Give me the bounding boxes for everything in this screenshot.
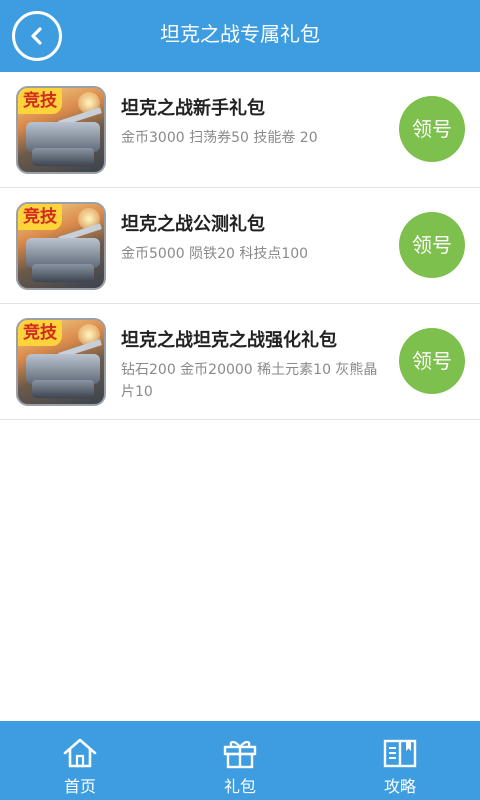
gift-name: 坦克之战公测礼包 — [121, 214, 265, 235]
thumbnail-badge: 竞技 — [18, 204, 62, 230]
home-icon — [63, 738, 97, 768]
claim-button[interactable]: 领号 — [399, 212, 465, 278]
book-icon — [383, 739, 417, 768]
game-thumbnail: 竞技 — [16, 202, 106, 290]
game-thumbnail: 竞技 — [16, 318, 106, 406]
thumbnail-badge: 竞技 — [18, 88, 62, 114]
gift-description: 钻石200 金币20000 稀土元素10 灰熊晶片10 — [121, 362, 378, 400]
gift-description: 金币3000 扫荡券50 技能卷 20 — [121, 130, 318, 146]
gift-description: 金币5000 陨铁20 科技点100 — [121, 246, 309, 262]
gift-name: 坦克之战坦克之战强化礼包 — [121, 330, 337, 351]
claim-button[interactable]: 领号 — [399, 96, 465, 162]
app-root: 坦克之战专属礼包 竞技 坦克之战新手礼包 金币3000 扫荡券50 技能卷 20… — [0, 0, 480, 800]
game-thumbnail: 竞技 — [16, 86, 106, 174]
top-bar: 坦克之战专属礼包 — [0, 0, 480, 72]
gift-row[interactable]: 竞技 坦克之战坦克之战强化礼包 钻石200 金币20000 稀土元素10 灰熊晶… — [0, 304, 480, 420]
nav-label: 礼包 — [223, 777, 256, 796]
gift-name: 坦克之战新手礼包 — [121, 98, 265, 119]
page-title: 坦克之战专属礼包 — [160, 22, 320, 46]
nav-label: 攻略 — [383, 777, 416, 796]
bottom-nav: 首页 礼包 攻略 — [0, 721, 480, 800]
nav-item-gift[interactable]: 礼包 — [160, 721, 320, 800]
nav-item-home[interactable]: 首页 — [0, 721, 160, 800]
claim-button[interactable]: 领号 — [399, 328, 465, 394]
gift-list: 竞技 坦克之战新手礼包 金币3000 扫荡券50 技能卷 20 领号 竞技 坦克… — [0, 72, 480, 420]
gift-icon — [223, 741, 257, 769]
thumbnail-badge: 竞技 — [18, 320, 62, 346]
gift-row[interactable]: 竞技 坦克之战公测礼包 金币5000 陨铁20 科技点100 领号 — [0, 188, 480, 304]
nav-label: 首页 — [63, 777, 96, 796]
nav-item-guide[interactable]: 攻略 — [320, 721, 480, 800]
gift-row[interactable]: 竞技 坦克之战新手礼包 金币3000 扫荡券50 技能卷 20 领号 — [0, 72, 480, 188]
